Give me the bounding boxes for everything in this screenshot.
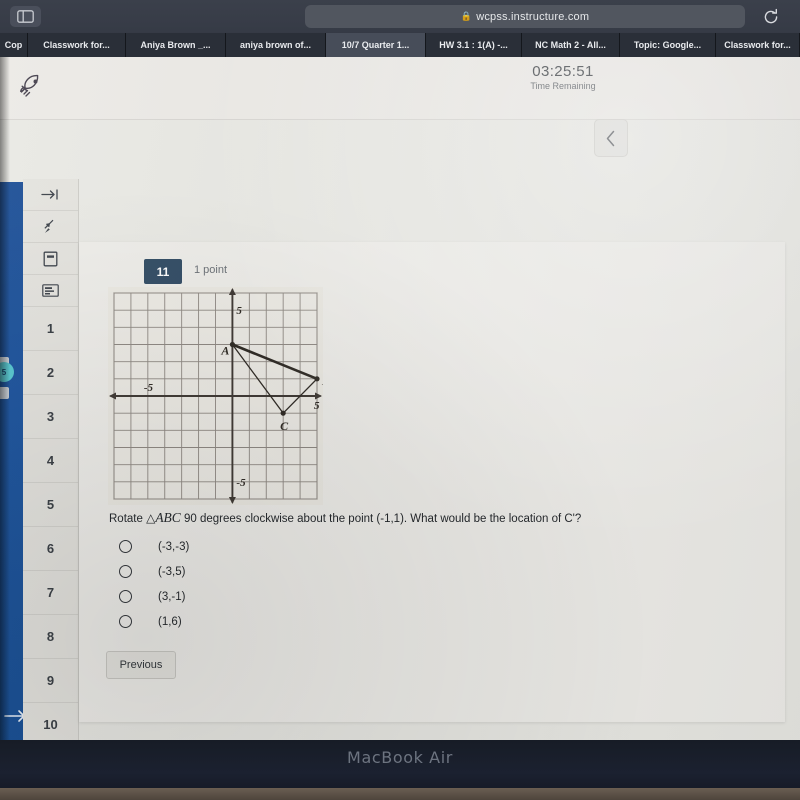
browser-tab[interactable]: aniya brown of... bbox=[226, 33, 326, 57]
note-icon[interactable] bbox=[23, 243, 78, 275]
timer: 03:25:51 Time Remaining bbox=[510, 63, 616, 91]
svg-text:A: A bbox=[220, 344, 229, 358]
answer-option[interactable]: (-3,-3) bbox=[109, 534, 189, 559]
timer-value: 03:25:51 bbox=[532, 63, 594, 80]
question-points: 1 point bbox=[194, 264, 228, 276]
address-bar[interactable]: 🔒 wcpss.instructure.com bbox=[305, 5, 745, 28]
browser-tab-label: Topic: Google... bbox=[633, 40, 702, 50]
question-nav-label: 4 bbox=[46, 453, 55, 468]
question-nav-label: 8 bbox=[46, 629, 55, 644]
question-number-badge: 11 bbox=[144, 259, 182, 284]
timer-label: Time Remaining bbox=[530, 81, 596, 91]
triangle-label: ABC bbox=[155, 510, 181, 525]
question-nav-label: 3 bbox=[46, 409, 55, 424]
question-nav-label: 10 bbox=[43, 717, 58, 732]
question-nav-label: 5 bbox=[46, 497, 55, 512]
browser-viewport: 5 03:25:51 Time Remaining 1 2 3 4 5 6 7 … bbox=[0, 57, 800, 740]
prompt-after: 90 degrees clockwise about the point (-1… bbox=[180, 513, 582, 525]
question-nav-label: 2 bbox=[46, 365, 55, 380]
question-nav-item-3[interactable]: 3 bbox=[23, 395, 78, 439]
browser-tab-label: Cop bbox=[4, 40, 23, 50]
browser-tab[interactable]: Aniya Brown _... bbox=[126, 33, 226, 57]
question-nav-label: 9 bbox=[46, 673, 55, 688]
radio-button[interactable] bbox=[119, 540, 132, 553]
radio-button[interactable] bbox=[119, 590, 132, 603]
browser-tab-label: Aniya Brown _... bbox=[140, 40, 211, 50]
device-label: MacBook Air bbox=[347, 748, 453, 767]
browser-tab[interactable]: NC Math 2 - All... bbox=[522, 33, 620, 57]
graph-svg: -5 5 5 -5 A B C bbox=[109, 288, 323, 504]
question-nav-item-10[interactable]: 10 bbox=[23, 703, 78, 740]
sidebar-toggle-icon[interactable] bbox=[10, 6, 41, 27]
browser-tab[interactable]: Classwork for... bbox=[28, 33, 126, 57]
answer-option[interactable]: (1,6) bbox=[109, 609, 189, 634]
browser-tab[interactable]: Cop bbox=[0, 33, 28, 57]
browser-tab-label: HW 3.1 : 1(A) -... bbox=[439, 40, 508, 50]
browser-tab[interactable]: Topic: Google... bbox=[620, 33, 716, 57]
prompt-before: Rotate bbox=[109, 513, 147, 525]
svg-text:B: B bbox=[321, 374, 323, 388]
browser-tab-label: NC Math 2 - All... bbox=[535, 40, 606, 50]
rail-chip bbox=[0, 387, 9, 399]
answer-option-label: (-3,-3) bbox=[158, 540, 190, 553]
question-nav-item-1[interactable]: 1 bbox=[23, 307, 78, 351]
question-nav-item-8[interactable]: 8 bbox=[23, 615, 78, 659]
svg-text:5: 5 bbox=[236, 305, 242, 317]
browser-toolbar: 🔒 wcpss.instructure.com bbox=[0, 0, 800, 33]
svg-text:-5: -5 bbox=[236, 477, 246, 489]
browser-tab-label: 10/7 Quarter 1... bbox=[341, 40, 410, 50]
question-nav-item-7[interactable]: 7 bbox=[23, 571, 78, 615]
browser-tab-label: Classwork for... bbox=[724, 40, 791, 50]
reload-icon[interactable] bbox=[762, 8, 780, 26]
answer-option[interactable]: (-3,5) bbox=[109, 559, 189, 584]
laptop-photo: 🔒 wcpss.instructure.com Cop Classwork for… bbox=[0, 0, 800, 800]
question-nav-item-9[interactable]: 9 bbox=[23, 659, 78, 703]
question-nav-label: 1 bbox=[46, 321, 55, 336]
question-nav-label: 7 bbox=[46, 585, 55, 600]
question-prompt: Rotate △ABC 90 degrees clockwise about t… bbox=[109, 509, 749, 528]
question-nav-label: 6 bbox=[46, 541, 55, 556]
browser-tab-label: Classwork for... bbox=[43, 40, 110, 50]
question-nav-item-5[interactable]: 5 bbox=[23, 483, 78, 527]
answer-options[interactable]: (-3,-3) (-3,5) (3,-1) (1,6) bbox=[109, 534, 189, 634]
arrow-right-to-line-icon[interactable] bbox=[23, 179, 78, 211]
answer-option-label: (3,-1) bbox=[158, 590, 186, 603]
browser-chrome: 🔒 wcpss.instructure.com Cop Classwork for… bbox=[0, 0, 800, 57]
coordinate-graph: -5 5 5 -5 A B C bbox=[108, 287, 323, 505]
answer-option-label: (-3,5) bbox=[158, 565, 186, 578]
question-nav-item-4[interactable]: 4 bbox=[23, 439, 78, 483]
tab-strip[interactable]: Cop Classwork for... Aniya Brown _... aniya… bbox=[0, 33, 800, 57]
browser-tab-label: aniya brown of... bbox=[239, 40, 311, 50]
browser-tab[interactable]: HW 3.1 : 1(A) -... bbox=[426, 33, 522, 57]
svg-text:-5: -5 bbox=[144, 382, 154, 394]
previous-button[interactable]: Previous bbox=[106, 651, 176, 679]
browser-tab[interactable]: Classwork for... bbox=[716, 33, 800, 57]
radio-button[interactable] bbox=[119, 565, 132, 578]
question-nav-item-2[interactable]: 2 bbox=[23, 351, 78, 395]
rocket-icon bbox=[16, 71, 46, 101]
browser-tab[interactable]: 10/7 Quarter 1... bbox=[326, 33, 426, 57]
quiz-header-bar: 03:25:51 Time Remaining bbox=[0, 57, 800, 120]
triangle-symbol: △ bbox=[146, 511, 156, 525]
question-card: 11 1 point -555-5ABC Rotate △ABC 90 degr… bbox=[79, 242, 785, 722]
answer-option[interactable]: (3,-1) bbox=[109, 584, 189, 609]
lock-icon: 🔒 bbox=[460, 11, 473, 21]
collapse-panel-button[interactable] bbox=[594, 119, 628, 157]
list-icon[interactable] bbox=[23, 275, 78, 307]
svg-text:C: C bbox=[280, 419, 289, 433]
pin-icon[interactable] bbox=[23, 211, 78, 243]
answer-option-label: (1,6) bbox=[158, 615, 182, 628]
url-text: wcpss.instructure.com bbox=[476, 10, 590, 23]
question-nav-item-6[interactable]: 6 bbox=[23, 527, 78, 571]
question-number-rail[interactable]: 1 2 3 4 5 6 7 8 9 10 bbox=[23, 179, 79, 740]
svg-text:5: 5 bbox=[314, 400, 320, 412]
radio-button[interactable] bbox=[119, 615, 132, 628]
notification-badge: 5 bbox=[0, 362, 14, 382]
desk-surface bbox=[0, 788, 800, 800]
